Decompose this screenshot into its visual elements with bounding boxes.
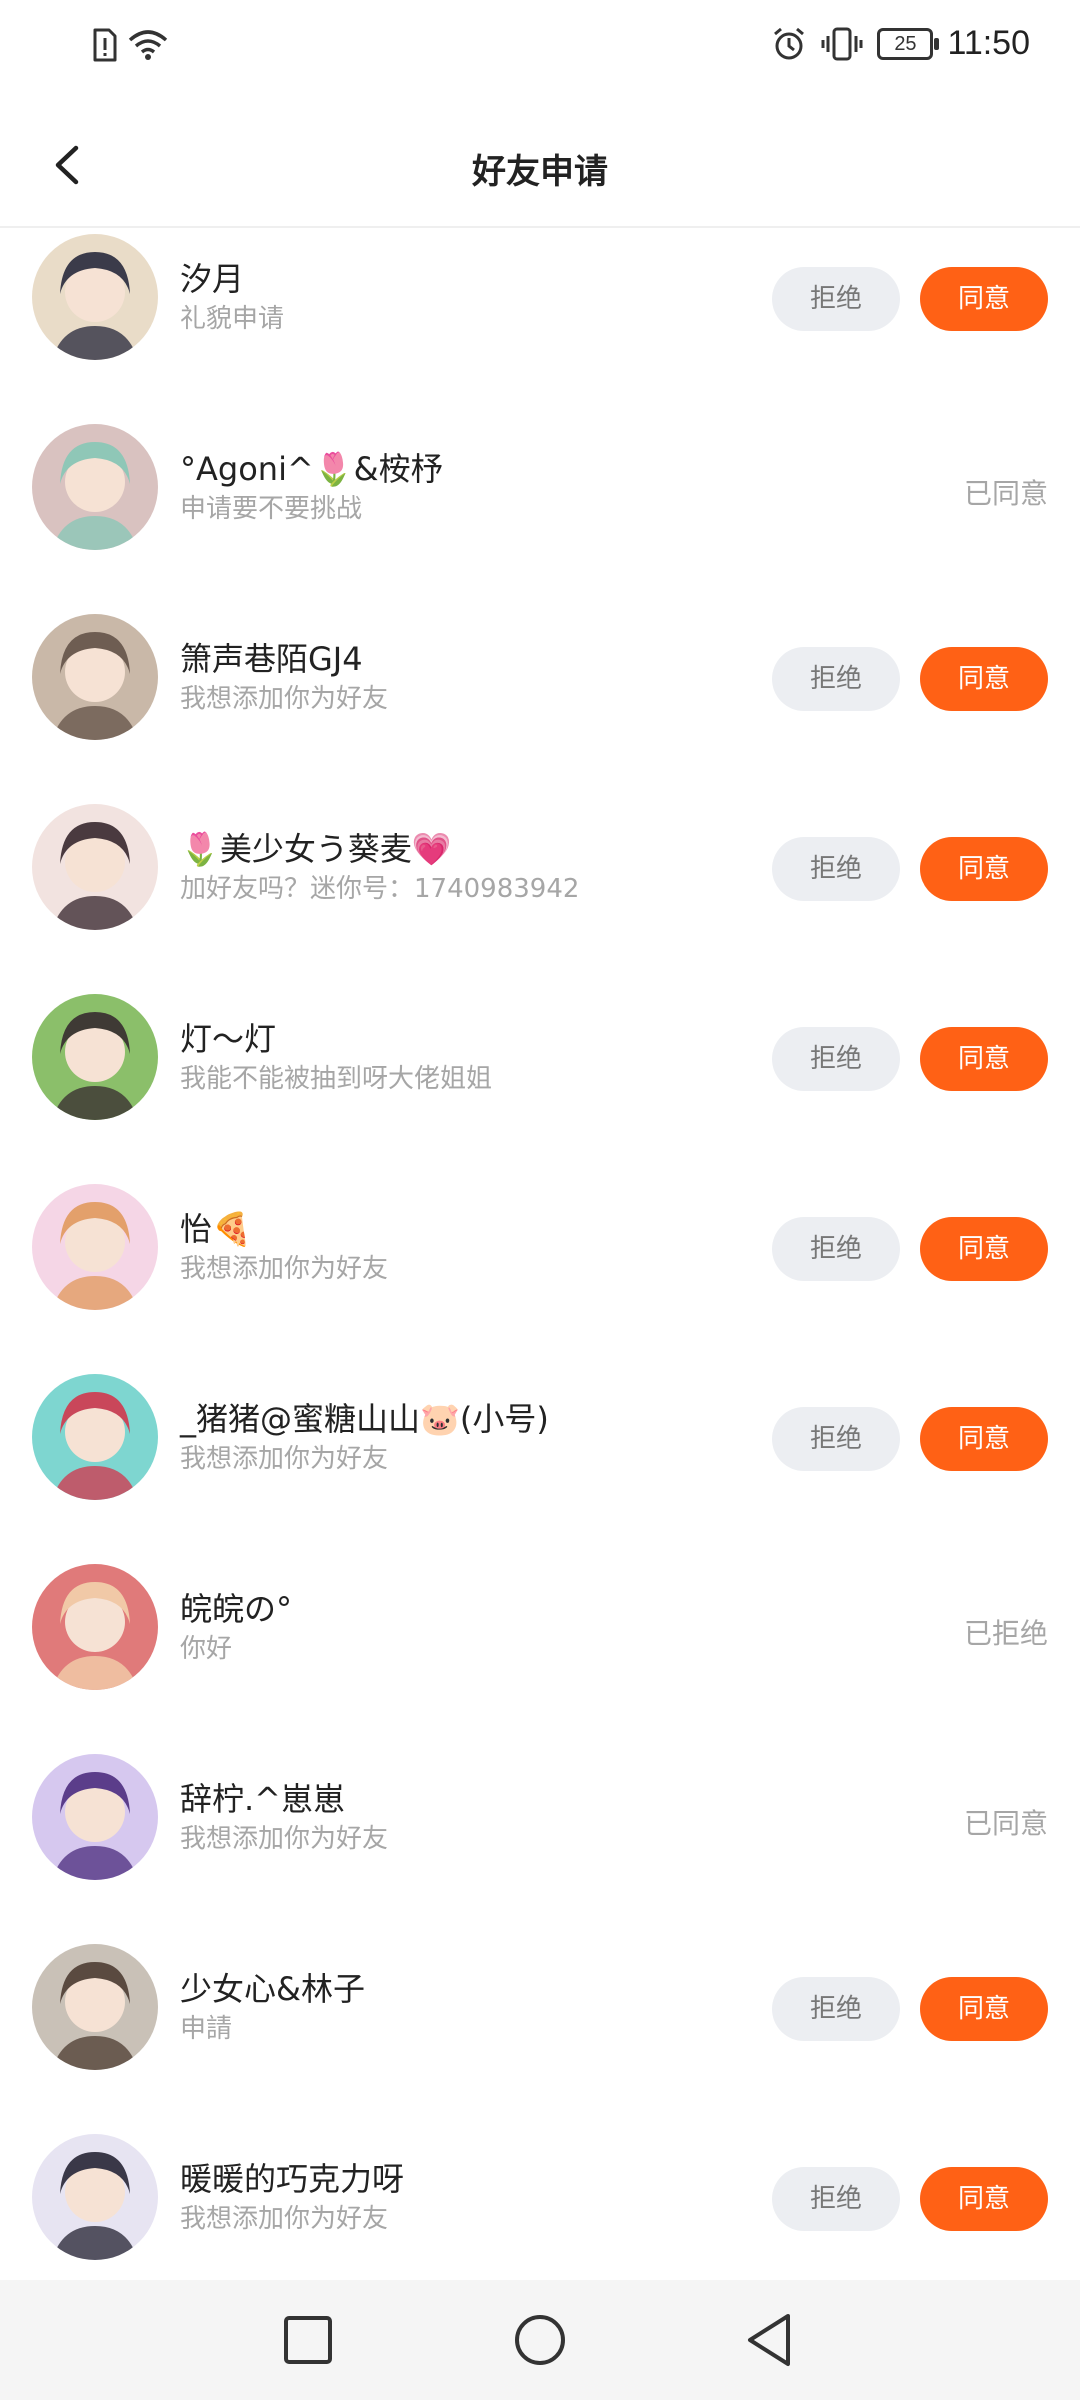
accept-button[interactable]: 同意: [920, 1407, 1048, 1471]
request-message: 我想添加你为好友: [180, 1824, 389, 1854]
alarm-icon: [774, 27, 805, 59]
requester-name: 🌷美少女う葵麦💗: [180, 830, 452, 868]
friend-request-row[interactable]: 辞柠.^崽崽我想添加你为好友 已同意: [0, 1754, 1080, 1944]
request-message: 我想添加你为好友: [180, 1254, 389, 1284]
friend-request-row[interactable]: _猪猪@蜜糖山山🐷(小号) 我想添加你为好友 拒绝 同意: [0, 1374, 1080, 1564]
recent-apps-icon[interactable]: [276, 2308, 340, 2372]
accept-button[interactable]: 同意: [920, 837, 1048, 901]
avatar[interactable]: [32, 1754, 158, 1880]
accept-button[interactable]: 同意: [920, 2167, 1048, 2231]
request-message: 申请要不要挑战: [180, 494, 363, 524]
back-icon[interactable]: [738, 2308, 802, 2372]
avatar[interactable]: [32, 1944, 158, 2070]
requester-name: 汐月: [180, 260, 245, 298]
avatar[interactable]: [32, 614, 158, 740]
reject-button[interactable]: 拒绝: [772, 647, 900, 711]
vibrate-icon: [821, 27, 863, 60]
friend-request-row[interactable]: 灯～灯我能不能被抽到呀大佬姐姐 拒绝 同意: [0, 994, 1080, 1184]
reject-button[interactable]: 拒绝: [772, 837, 900, 901]
request-message: 加好友吗？迷你号：1740983942: [180, 874, 580, 904]
friend-request-row[interactable]: 暖暖的巧克力呀我想添加你为好友 拒绝 同意: [0, 2134, 1080, 2280]
avatar[interactable]: [32, 1184, 158, 1310]
request-message: 申請: [180, 2014, 233, 2044]
request-message: 我想添加你为好友: [180, 2204, 389, 2234]
friend-request-row[interactable]: 🌷美少女う葵麦💗 加好友吗？迷你号：1740983942 拒绝 同意: [0, 804, 1080, 994]
avatar[interactable]: [32, 234, 158, 360]
accept-button[interactable]: 同意: [920, 1977, 1048, 2041]
request-status: 已同意: [963, 477, 1048, 510]
accept-button[interactable]: 同意: [920, 267, 1048, 331]
requester-name: °Agoni^🌷&桉杼: [180, 450, 443, 488]
avatar[interactable]: [32, 2134, 158, 2260]
request-message: 我能不能被抽到呀大佬姐姐: [180, 1064, 493, 1094]
reject-button[interactable]: 拒绝: [772, 1217, 900, 1281]
friend-request-row[interactable]: 皖皖の° 你好 已拒绝: [0, 1564, 1080, 1754]
status-bar: 25 11:50: [0, 0, 1080, 104]
accept-button[interactable]: 同意: [920, 1217, 1048, 1281]
friend-request-list[interactable]: 汐月 礼貌申请 拒绝 同意 °Agoni^🌷&桉杼 申请要不要挑战 已同意 箫声巷陌GJ4 我想…: [0, 228, 1080, 2280]
status-left-icons: [92, 28, 168, 62]
request-message: 礼貌申请: [180, 304, 285, 334]
request-message: 我想添加你为好友: [180, 1444, 389, 1474]
avatar[interactable]: [32, 1374, 158, 1500]
requester-name: 箫声巷陌GJ4: [180, 640, 363, 678]
avatar[interactable]: [32, 1564, 158, 1690]
page-title: 好友申请: [472, 152, 608, 192]
accept-button[interactable]: 同意: [920, 647, 1048, 711]
requester-name: 灯～灯: [180, 1020, 277, 1058]
requester-name: 暖暖的巧克力呀: [180, 2160, 405, 2198]
requester-name: 辞柠.^崽崽: [180, 1780, 345, 1818]
app-header: 好友申请: [0, 104, 1080, 228]
friend-request-row[interactable]: 汐月礼貌申请 拒绝 同意: [0, 234, 1080, 424]
friend-request-row[interactable]: 箫声巷陌GJ4 我想添加你为好友 拒绝 同意: [0, 614, 1080, 804]
friend-request-row[interactable]: 怡🍕 我想添加你为好友 拒绝 同意: [0, 1184, 1080, 1374]
avatar[interactable]: [32, 994, 158, 1120]
request-message: 你好: [180, 1634, 233, 1664]
request-status: 已同意: [963, 1807, 1048, 1840]
reject-button[interactable]: 拒绝: [772, 1027, 900, 1091]
home-icon[interactable]: [508, 2308, 572, 2372]
requester-name: 皖皖の°: [180, 1590, 293, 1628]
reject-button[interactable]: 拒绝: [772, 2167, 900, 2231]
reject-button[interactable]: 拒绝: [772, 267, 900, 331]
sim-alert-icon: [93, 28, 117, 62]
avatar[interactable]: [32, 424, 158, 550]
status-right-icons: 25 11:50: [771, 24, 1030, 63]
requester-name: _猪猪@蜜糖山山🐷(小号): [180, 1400, 549, 1438]
avatar[interactable]: [32, 804, 158, 930]
requester-name: 怡🍕: [180, 1210, 252, 1248]
request-message: 我想添加你为好友: [180, 684, 389, 714]
status-time: 11:50: [947, 24, 1030, 62]
battery-icon: 25: [877, 27, 940, 60]
requester-name: 少女心&林子: [180, 1970, 365, 2008]
reject-button[interactable]: 拒绝: [772, 1407, 900, 1471]
wifi-icon: [128, 30, 168, 60]
friend-request-row[interactable]: 少女心&林子申請 拒绝 同意: [0, 1944, 1080, 2134]
accept-button[interactable]: 同意: [920, 1027, 1048, 1091]
request-status: 已拒绝: [963, 1617, 1048, 1650]
system-nav-bar: [0, 2280, 1080, 2400]
friend-request-row[interactable]: °Agoni^🌷&桉杼申请要不要挑战 已同意: [0, 424, 1080, 614]
reject-button[interactable]: 拒绝: [772, 1977, 900, 2041]
